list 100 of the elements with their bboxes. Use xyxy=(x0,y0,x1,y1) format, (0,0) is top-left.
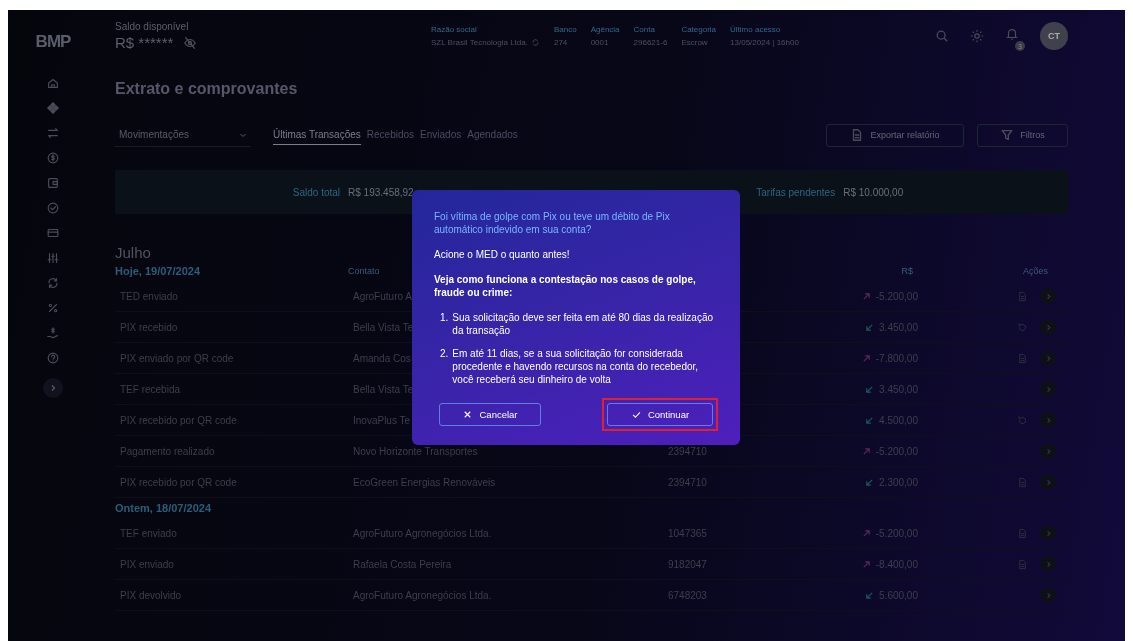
table-cell: PIX enviado xyxy=(120,558,174,570)
chevron-right-icon xyxy=(1044,560,1052,568)
account-value: 274 xyxy=(553,38,568,47)
chevron-right-icon xyxy=(1044,323,1052,331)
table-cell: 9182047 xyxy=(668,558,707,570)
month-heading: Julho xyxy=(115,244,151,261)
dollar-icon[interactable] xyxy=(46,151,60,165)
details-button[interactable] xyxy=(1040,319,1056,335)
undo-icon[interactable] xyxy=(1017,321,1028,333)
chevron-right-icon xyxy=(1044,385,1052,393)
chevron-right-icon xyxy=(1044,478,1052,486)
cycle-icon[interactable] xyxy=(46,276,60,290)
details-button[interactable] xyxy=(1040,587,1056,603)
chevron-right-icon xyxy=(1044,354,1052,362)
chevron-right-icon xyxy=(1044,447,1052,455)
bell-icon[interactable] xyxy=(1005,27,1019,41)
table-cell: PIX recebido xyxy=(120,321,178,333)
switch-icon[interactable] xyxy=(530,38,540,47)
details-button[interactable] xyxy=(1040,412,1056,428)
avatar[interactable]: CT xyxy=(1040,22,1068,50)
expand-button[interactable] xyxy=(43,378,63,398)
card-icon[interactable] xyxy=(46,226,60,240)
table-cell: 2394710 xyxy=(668,445,707,457)
tab[interactable]: Últimas Transações xyxy=(273,125,361,145)
filter-icon xyxy=(1000,128,1015,142)
account-label: Conta xyxy=(633,25,656,34)
column-header: Contato xyxy=(348,266,380,276)
check-icon xyxy=(630,409,642,420)
account-value: SZL Brasil Tecnologia Ltda. xyxy=(431,38,528,47)
percent-icon[interactable] xyxy=(46,301,60,315)
details-button[interactable] xyxy=(1040,350,1056,366)
wallet-icon[interactable] xyxy=(46,176,60,190)
chevron-right-icon xyxy=(1044,416,1052,424)
details-button[interactable] xyxy=(1040,525,1056,541)
chevron-right-icon xyxy=(1044,529,1052,537)
document-icon[interactable] xyxy=(1017,527,1028,539)
step-text: Em até 11 dias, se a sua solicitação for considerada procedente e havendo recursos na conta do recebedor, você receberá seu dinheiro de volta xyxy=(452,347,700,386)
filter-button[interactable]: Filtros xyxy=(977,123,1068,147)
chevron-right-icon xyxy=(49,384,57,392)
column-header: Ações xyxy=(1023,266,1048,276)
tab[interactable]: Recebidos xyxy=(366,125,415,145)
sliders-icon[interactable] xyxy=(46,251,60,265)
account-value: 296621-6 xyxy=(633,38,668,47)
document-icon[interactable] xyxy=(1017,290,1028,302)
logo[interactable]: BMP xyxy=(35,32,71,52)
details-button[interactable] xyxy=(1040,381,1056,397)
help-icon[interactable] xyxy=(46,351,60,365)
tab[interactable]: Agendados xyxy=(467,125,518,145)
account-label: Último acesso xyxy=(730,25,782,34)
account-value: Escrow xyxy=(681,38,708,47)
account-label: Banco xyxy=(553,25,577,34)
summary-label: Saldo total xyxy=(292,186,341,198)
table-cell: 1047365 xyxy=(668,527,707,539)
account-label: Categoria xyxy=(681,25,717,34)
sun-icon[interactable] xyxy=(970,29,984,43)
details-button[interactable] xyxy=(1040,443,1056,459)
home-icon[interactable] xyxy=(46,76,60,90)
chevron-right-icon xyxy=(1044,591,1052,599)
dialog-heading: Foi vítima de golpe com Pix ou teve um débito de Pix automático indevido em sua conta? xyxy=(434,210,671,236)
tab[interactable]: Enviados xyxy=(420,125,462,145)
table-cell: PIX devolvido xyxy=(120,589,182,601)
chevron-right-icon xyxy=(1044,292,1052,300)
step-number: 2. xyxy=(440,347,449,361)
step-text: Sua solicitação deve ser feita em até 80 dias da realização da transação xyxy=(452,311,715,337)
table-cell: Pagamento realizado xyxy=(120,445,215,457)
check-circle-icon[interactable] xyxy=(46,201,60,215)
details-button[interactable] xyxy=(1040,288,1056,304)
transfer-icon[interactable] xyxy=(46,126,60,140)
details-button[interactable] xyxy=(1040,474,1056,490)
table-cell: 2394710 xyxy=(668,476,707,488)
account-value: 13/05/2024 | 16h00 xyxy=(730,38,799,47)
details-button[interactable] xyxy=(1040,556,1056,572)
step-number: 1. xyxy=(440,311,449,325)
document-icon[interactable] xyxy=(1017,558,1028,570)
search-icon[interactable] xyxy=(935,29,949,43)
cancel-button[interactable]: Cancelar xyxy=(439,403,541,426)
table-cell: TEF recebida xyxy=(120,383,181,395)
table-cell: TED enviado xyxy=(120,290,178,302)
balance-value: R$ ****** xyxy=(115,34,174,51)
table-cell: 6748203 xyxy=(668,589,707,601)
undo-icon[interactable] xyxy=(1017,414,1028,426)
summary-label: Tarifas pendentes xyxy=(756,186,836,198)
diamonds-icon[interactable] xyxy=(46,101,60,115)
dropdown[interactable]: Movimentações xyxy=(115,123,251,147)
table-cell: TEF enviado xyxy=(120,527,177,539)
document-icon[interactable] xyxy=(1017,476,1028,488)
summary-value: R$ 10.000,00 xyxy=(843,186,904,198)
hand-coin-icon[interactable] xyxy=(46,326,60,340)
continue-button[interactable]: Continuar xyxy=(607,403,713,426)
export-button[interactable]: Exportar relatório xyxy=(826,123,964,147)
eye-slash-icon[interactable] xyxy=(183,35,198,50)
document-icon[interactable] xyxy=(1017,352,1028,364)
account-value: 0001 xyxy=(590,38,609,47)
summary-value: R$ 193.458,92 xyxy=(348,186,414,198)
account-label: Razão social xyxy=(431,25,478,34)
dialog-text: Veja como funciona a contestação nos casos de golpe, fraude ou crime: xyxy=(434,273,697,299)
table-cell: EcoGreen Energias Renováveis xyxy=(353,476,496,488)
page-title: Extrato e comprovantes xyxy=(115,80,299,98)
date-heading: Hoje, 19/07/2024 xyxy=(115,264,200,279)
date-heading: Ontem, 18/07/2024 xyxy=(115,501,211,516)
